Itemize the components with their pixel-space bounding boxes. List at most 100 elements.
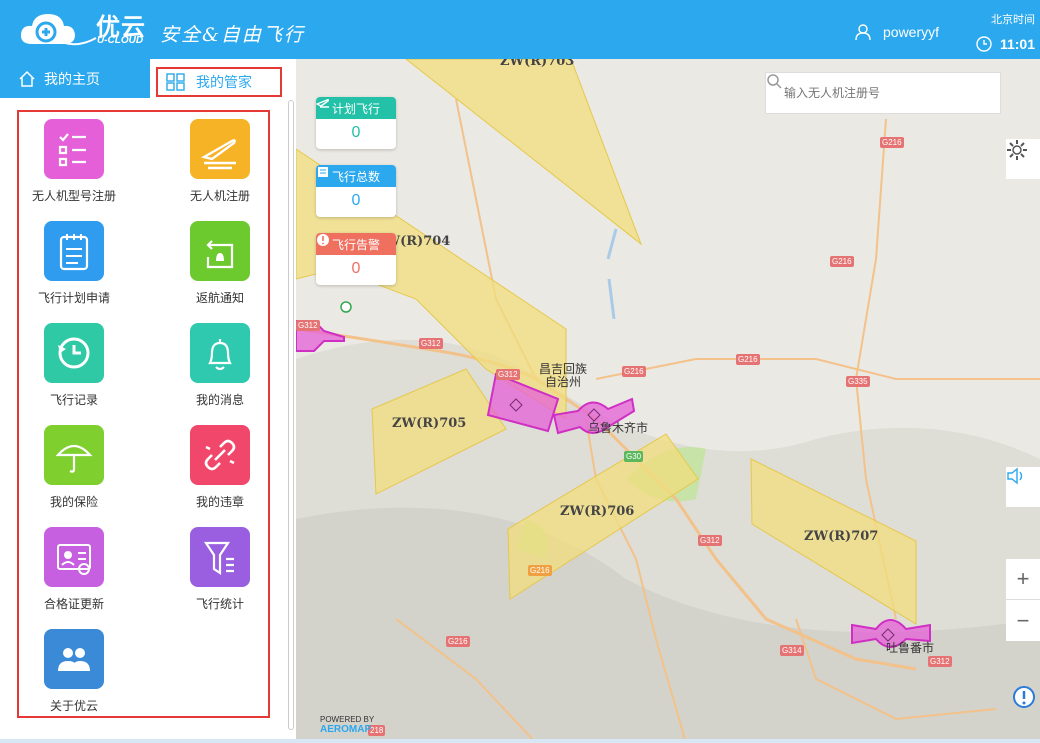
menu-item-label: 无人机注册 — [189, 189, 250, 203]
menu-item-10[interactable]: 关于优云 — [19, 629, 129, 729]
road-label: G216 — [880, 137, 904, 148]
menu-item-label: 飞行计划申请 — [37, 291, 110, 305]
clock-icon — [976, 36, 992, 52]
alert-icon — [317, 234, 329, 246]
stat-card-1[interactable]: 飞行总数 0 — [316, 165, 396, 217]
menu-item-label: 我的违章 — [195, 495, 244, 509]
zone-label: ZW(R)706 — [560, 504, 635, 519]
drone-search-input[interactable] — [784, 86, 954, 100]
info-icon[interactable] — [1012, 685, 1036, 709]
zoom-controls: + − — [1006, 559, 1040, 641]
menu-item-6[interactable]: 我的保险 — [19, 425, 129, 525]
menu-item-label: 合格证更新 — [43, 597, 104, 611]
history-icon — [44, 323, 104, 383]
powered-by-text: POWERED BY — [320, 715, 375, 724]
stat-card-2[interactable]: 飞行告警 0 — [316, 233, 396, 285]
clipboard-icon — [44, 221, 104, 281]
plane-icon — [316, 98, 330, 108]
users-icon — [44, 629, 104, 689]
road-label: G312 — [419, 338, 443, 349]
slogan: 安全&自由飞行 — [160, 24, 305, 46]
road-label: G30 — [624, 451, 644, 462]
road-label: G312 — [698, 535, 722, 546]
menu-item-7[interactable]: 我的违章 — [165, 425, 275, 525]
settings-button[interactable] — [1006, 139, 1040, 179]
road-label: G312 — [496, 369, 520, 380]
manager-menu: 无人机型号注册 无人机注册飞行计划申请 返航通知飞行记录 我的消息我的保险 我的违章合格… — [17, 110, 270, 718]
tab-manager-label: 我的管家 — [196, 74, 252, 90]
stat-card-0[interactable]: 计划飞行 0 — [316, 97, 396, 149]
current-time: 11:01 — [999, 36, 1035, 52]
search-icon — [767, 74, 782, 89]
filter-icon — [190, 527, 250, 587]
ucloud-logo — [20, 14, 97, 46]
grid-icon — [166, 73, 185, 91]
menu-item-label: 返航通知 — [195, 291, 244, 305]
stat-value: 0 — [351, 124, 361, 141]
checklist-icon — [44, 119, 104, 179]
city-label: 自治州 — [545, 375, 582, 389]
city-label: 乌鲁木齐市 — [588, 421, 649, 435]
menu-item-2[interactable]: 飞行计划申请 — [19, 221, 129, 321]
tab-home[interactable]: 我的主页 — [0, 59, 150, 98]
menu-item-8[interactable]: 合格证更新 — [19, 527, 129, 627]
road-label: G216 — [830, 256, 854, 267]
menu-item-label: 飞行统计 — [195, 597, 244, 611]
menu-item-9[interactable]: 飞行统计 — [165, 527, 275, 627]
zone-label: ZW(R)703 — [500, 59, 575, 69]
bottom-border — [0, 739, 1040, 743]
bell-icon — [190, 323, 250, 383]
menu-item-4[interactable]: 飞行记录 — [19, 323, 129, 423]
gear-icon — [1007, 140, 1027, 160]
brand-name-en: U-CLOUD — [97, 35, 144, 46]
sound-button[interactable] — [1006, 467, 1040, 507]
zone-label: ZW(R)705 — [392, 416, 467, 431]
home-icon — [19, 70, 35, 87]
calendar-icon — [318, 167, 328, 177]
menu-item-label: 飞行记录 — [49, 393, 98, 407]
sidebar: 无人机型号注册 无人机注册飞行计划申请 返航通知飞行记录 我的消息我的保险 我的违章合格… — [0, 98, 296, 743]
search-box[interactable] — [765, 72, 1001, 114]
broken-link-icon — [190, 425, 250, 485]
user-menu[interactable]: poweryyf — [855, 24, 939, 40]
menu-item-3[interactable]: 返航通知 — [165, 221, 275, 321]
stat-label: 飞行告警 — [331, 237, 380, 252]
menu-item-0[interactable]: 无人机型号注册 — [19, 119, 129, 219]
map-view[interactable]: ZW(R)703 ZW(R)704 ZW(R)705 ZW(R)706 ZW(R… — [296, 59, 1040, 743]
tab-manager[interactable]: 我的管家 — [156, 67, 282, 97]
stat-value: 0 — [351, 192, 361, 209]
map-attribution: POWERED BY AEROMAP — [320, 715, 374, 735]
clock: 北京时间 11:01 — [965, 11, 1035, 52]
city-label: 吐鲁番市 — [886, 641, 935, 655]
menu-item-5[interactable]: 我的消息 — [165, 323, 275, 423]
nav-tabs: 我的主页 我的管家 — [0, 59, 296, 98]
return-bell-icon — [190, 221, 250, 281]
aeromap-brand: AEROMAP — [320, 724, 372, 735]
time-zone-label: 北京时间 — [991, 14, 1035, 26]
zoom-out-button[interactable]: − — [1006, 600, 1040, 641]
road-label: G335 — [846, 376, 870, 387]
stat-label: 飞行总数 — [331, 169, 380, 184]
menu-item-label: 无人机型号注册 — [31, 189, 116, 203]
menu-item-label: 我的消息 — [195, 393, 244, 407]
tab-home-label: 我的主页 — [44, 70, 100, 87]
stat-label: 计划飞行 — [331, 101, 380, 116]
menu-item-label: 关于优云 — [49, 699, 98, 713]
app-header: 优云 U-CLOUD 安全&自由飞行 poweryyf 北京时间 11:01 — [0, 0, 1040, 59]
sidebar-scrollbar[interactable] — [288, 100, 294, 730]
umbrella-icon — [44, 425, 104, 485]
road-label: G312 — [296, 320, 320, 331]
user-icon — [855, 24, 871, 40]
id-card-icon — [44, 527, 104, 587]
road-label: G312 — [928, 656, 952, 667]
username: poweryyf — [883, 24, 940, 40]
speaker-icon — [1007, 467, 1023, 485]
zoom-in-button[interactable]: + — [1006, 559, 1040, 600]
menu-item-label: 我的保险 — [49, 495, 98, 509]
menu-item-1[interactable]: 无人机注册 — [165, 119, 275, 219]
road-label: G216 — [622, 366, 646, 377]
stat-value: 0 — [351, 260, 361, 277]
zone-label: ZW(R)707 — [804, 529, 879, 544]
road-label: G216 — [528, 565, 552, 576]
road-label: G314 — [780, 645, 804, 656]
